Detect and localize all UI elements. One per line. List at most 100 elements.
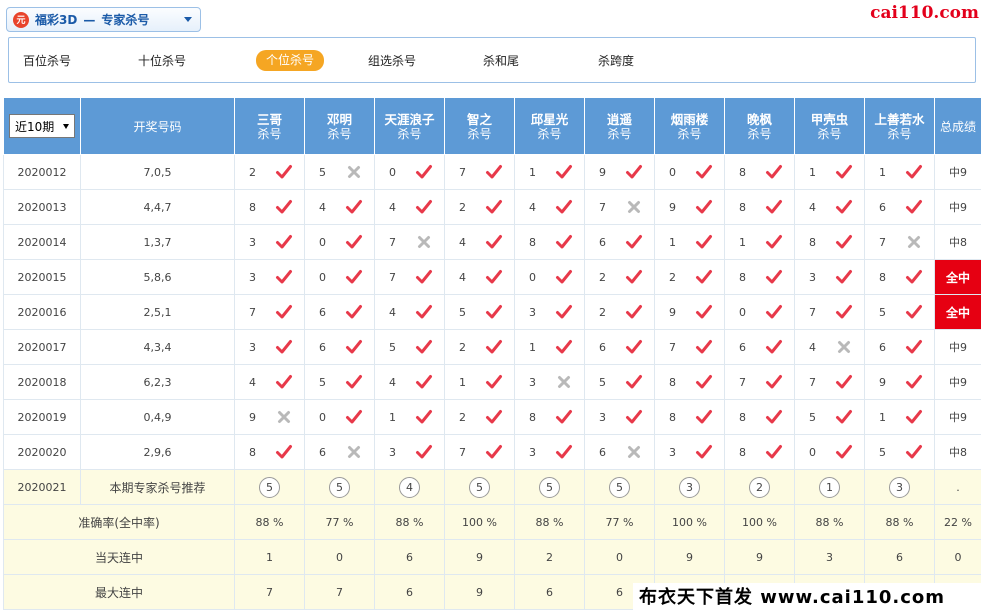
- expert-name[interactable]: 天涯浪子: [375, 112, 444, 127]
- expert-name[interactable]: 甲壳虫: [795, 112, 864, 127]
- check-icon: [276, 340, 292, 354]
- total-result-cell: 全中: [934, 294, 981, 330]
- kill-result: 3: [585, 408, 654, 426]
- check-icon: [766, 445, 782, 459]
- kill-result: 8: [725, 268, 794, 286]
- kill-result: 8: [795, 233, 864, 251]
- kill-cell: 1: [514, 154, 585, 190]
- expert-name[interactable]: 晚枫: [725, 112, 794, 127]
- check-icon: [626, 165, 642, 179]
- stat-value: 100 %: [444, 504, 515, 540]
- kill-cell: 0: [724, 294, 795, 330]
- check-icon: [696, 340, 712, 354]
- kill-number: 8: [739, 410, 746, 424]
- expert-header: 天涯浪子 杀号: [374, 97, 445, 155]
- kill-result: 4: [305, 198, 374, 216]
- tab-2[interactable]: 十位杀号: [138, 51, 186, 71]
- check-icon: [766, 235, 782, 249]
- kill-cell: 3: [234, 259, 305, 295]
- kill-number: 1: [879, 410, 886, 424]
- kill-result: 8: [655, 373, 724, 391]
- kill-result: 3: [515, 303, 584, 321]
- cross-icon: [628, 446, 640, 458]
- kill-result: 5: [375, 338, 444, 356]
- kill-result: 4: [375, 303, 444, 321]
- kill-cell: 6: [584, 434, 655, 470]
- kill-result: 8: [235, 443, 304, 461]
- kill-cell: 5: [304, 364, 375, 400]
- kill-cell: 9: [654, 189, 725, 225]
- check-icon: [486, 410, 502, 424]
- check-icon: [556, 305, 572, 319]
- kill-number: 0: [529, 270, 536, 284]
- period-cell: 2020012: [3, 154, 81, 190]
- expert-name[interactable]: 烟雨楼: [655, 112, 724, 127]
- kill-result: 5: [795, 408, 864, 426]
- kill-cell: 1: [374, 399, 445, 435]
- chevron-down-icon: [63, 123, 69, 129]
- tab-6[interactable]: 杀跨度: [598, 51, 634, 71]
- check-icon: [556, 340, 572, 354]
- kill-cell: 8: [654, 364, 725, 400]
- stat-total: 0: [934, 539, 981, 575]
- tab-1[interactable]: 百位杀号: [23, 51, 71, 71]
- expert-name[interactable]: 邓明: [305, 112, 374, 127]
- cross-icon: [558, 376, 570, 388]
- kill-number: 7: [809, 375, 816, 389]
- kill-result: 4: [445, 233, 514, 251]
- expert-name[interactable]: 三哥: [235, 112, 304, 127]
- check-icon: [836, 305, 852, 319]
- expert-name[interactable]: 逍遥: [585, 112, 654, 127]
- check-icon: [556, 445, 572, 459]
- expert-name[interactable]: 上善若水: [865, 112, 934, 127]
- tab-5[interactable]: 杀和尾: [483, 51, 519, 71]
- check-icon: [276, 305, 292, 319]
- check-icon: [556, 200, 572, 214]
- kill-cell: 8: [864, 259, 935, 295]
- expert-name[interactable]: 邱星光: [515, 112, 584, 127]
- kill-cell: 0: [514, 259, 585, 295]
- lottery-selector[interactable]: 元 福彩3D — 专家杀号: [6, 7, 201, 32]
- kill-result: 6: [725, 338, 794, 356]
- kill-cell: 1: [794, 154, 865, 190]
- kill-cell: 7: [444, 154, 515, 190]
- kill-number: 7: [389, 235, 396, 249]
- kill-cell: 0: [794, 434, 865, 470]
- kill-cell: 4: [444, 224, 515, 260]
- brand-logo[interactable]: cai110.com: [870, 3, 979, 23]
- kill-cell: 8: [724, 399, 795, 435]
- period-select[interactable]: 近10期: [9, 114, 75, 138]
- kill-result: 1: [725, 233, 794, 251]
- tab-3[interactable]: 个位杀号: [256, 50, 325, 71]
- stat-value: 88 %: [374, 504, 445, 540]
- check-icon: [276, 375, 292, 389]
- kill-number: 6: [599, 445, 606, 459]
- kill-cell: 4: [794, 329, 865, 365]
- kill-cell: 8: [514, 399, 585, 435]
- stat-label: 当天连中: [3, 539, 235, 575]
- draw-number-cell: 1,3,7: [80, 224, 235, 260]
- kill-cell: 2: [234, 154, 305, 190]
- kill-number: 5: [809, 410, 816, 424]
- kill-number: 1: [529, 165, 536, 179]
- kill-result: 0: [305, 268, 374, 286]
- kill-result: 7: [375, 268, 444, 286]
- kill-number: 5: [879, 445, 886, 459]
- kill-cell: 4: [444, 259, 515, 295]
- kill-result: 4: [795, 338, 864, 356]
- kill-cell: 3: [514, 294, 585, 330]
- kill-result: 6: [305, 443, 374, 461]
- kill-cell: 3: [794, 259, 865, 295]
- check-icon: [696, 445, 712, 459]
- check-icon: [276, 200, 292, 214]
- kill-number: 6: [319, 340, 326, 354]
- kill-cell: 6: [724, 329, 795, 365]
- kill-cell: 2: [444, 189, 515, 225]
- total-header: 总成绩: [934, 97, 981, 155]
- stat-value: 0: [304, 539, 375, 575]
- stat-row: 当天连中 1 0 6 9 2 0 9 9 3 6 0: [3, 539, 981, 575]
- stat-value: 9: [444, 539, 515, 575]
- tab-4[interactable]: 组选杀号: [368, 51, 416, 71]
- check-icon: [486, 375, 502, 389]
- expert-name[interactable]: 智之: [445, 112, 514, 127]
